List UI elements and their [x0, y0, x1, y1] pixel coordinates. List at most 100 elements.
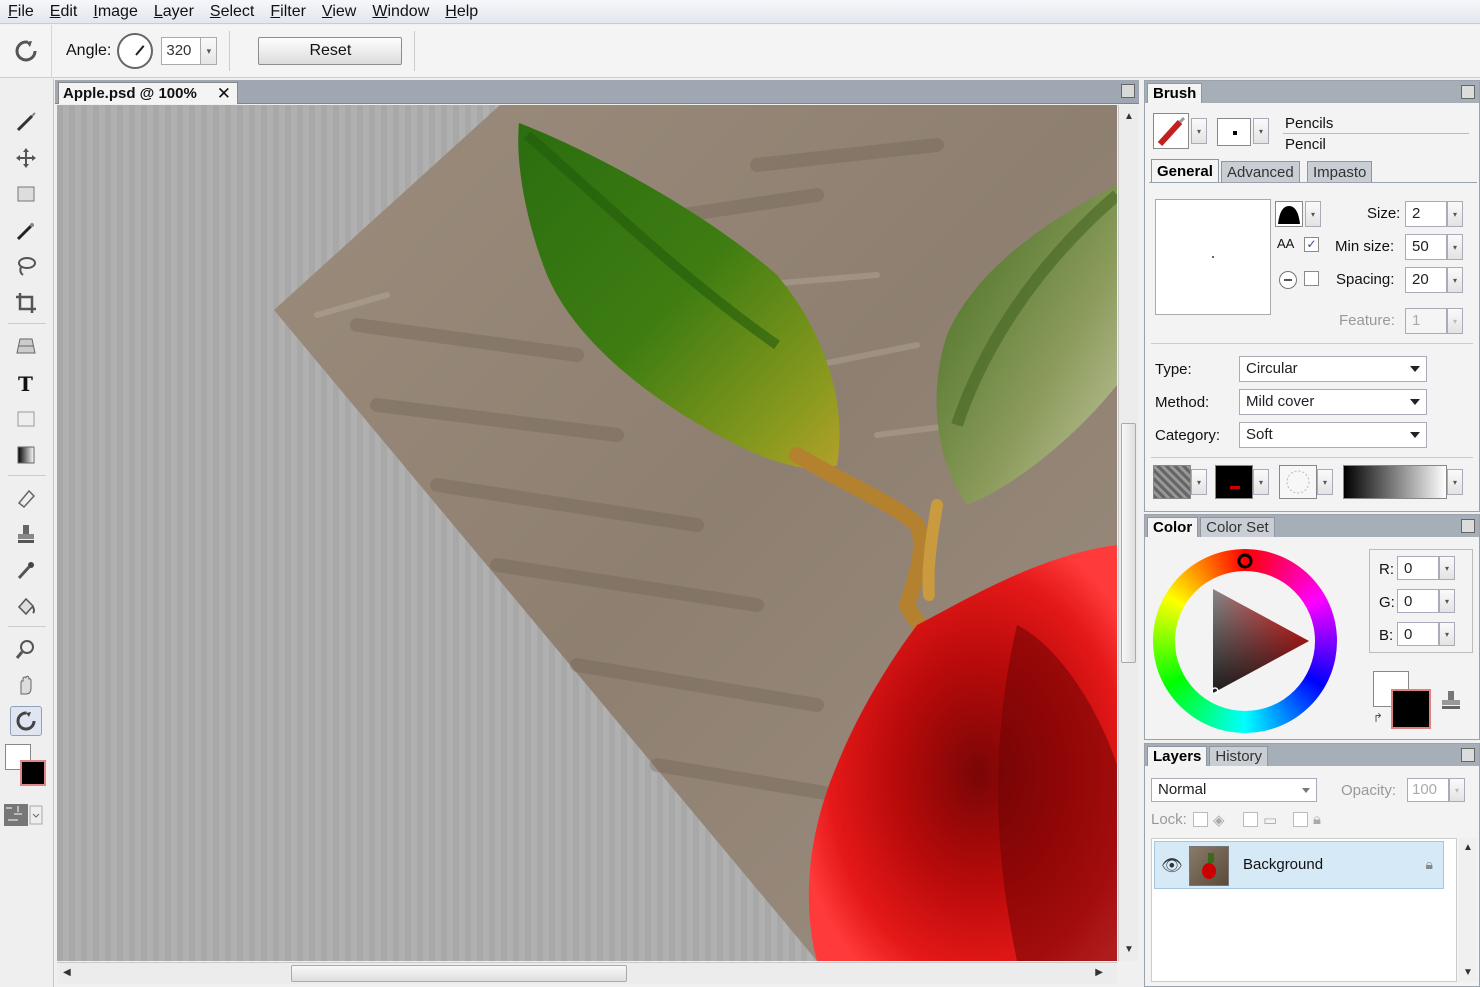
menu-file[interactable]: File: [4, 3, 46, 21]
size-spinner[interactable]: ▾: [1447, 201, 1463, 227]
swap-colors-icon[interactable]: ↱: [1373, 711, 1383, 725]
min-size-input[interactable]: 50: [1405, 234, 1447, 260]
menu-help[interactable]: Help: [441, 3, 490, 21]
zoom-tool-icon[interactable]: [10, 634, 42, 664]
scroll-down-arrow-icon[interactable]: ▼: [1463, 967, 1473, 978]
scroll-up-arrow-icon[interactable]: ▲: [1463, 842, 1473, 853]
layers-scrollbar[interactable]: ▲ ▼: [1459, 838, 1477, 982]
menu-edit[interactable]: Edit: [46, 3, 90, 21]
g-input[interactable]: 0: [1397, 589, 1439, 613]
horizontal-scrollbar[interactable]: ◀ ▶: [57, 962, 1117, 984]
layer-row[interactable]: 👁︎ Background 🔒︎: [1154, 841, 1444, 889]
brush-color-swatch[interactable]: [1215, 465, 1253, 499]
angle-input[interactable]: 320: [161, 37, 202, 65]
spacing-spinner[interactable]: ▾: [1447, 267, 1463, 293]
type-select[interactable]: Circular: [1239, 356, 1427, 382]
eyedropper-tool-icon[interactable]: [10, 555, 42, 585]
scroll-up-arrow-icon[interactable]: ▲: [1124, 111, 1134, 122]
close-icon[interactable]: ✕: [217, 84, 231, 104]
paint-bucket-tool-icon[interactable]: [10, 591, 42, 621]
method-select[interactable]: Mild cover: [1239, 389, 1427, 415]
text-tool-icon[interactable]: T: [10, 368, 42, 398]
b-input[interactable]: 0: [1397, 622, 1439, 646]
gradient-tool-icon[interactable]: [10, 440, 42, 470]
horizontal-scroll-thumb[interactable]: [291, 965, 627, 982]
rectangle-select-tool-icon[interactable]: [10, 179, 42, 209]
rotate-view-tool-icon[interactable]: [10, 706, 42, 736]
perspective-tool-icon[interactable]: [10, 331, 42, 361]
menu-layer[interactable]: Layer: [150, 3, 206, 21]
gradient-dropdown[interactable]: ▾: [1447, 469, 1463, 495]
paper-texture-swatch[interactable]: [1153, 465, 1191, 499]
spacing-checkbox[interactable]: [1304, 271, 1319, 286]
menu-select[interactable]: Select: [206, 3, 266, 21]
menu-image[interactable]: Image: [89, 3, 149, 21]
vertical-scroll-thumb[interactable]: [1121, 423, 1136, 663]
brush-shape-dropdown[interactable]: ▾: [1305, 201, 1321, 227]
min-size-spinner[interactable]: ▾: [1447, 234, 1463, 260]
paper-texture-icon[interactable]: [4, 800, 44, 830]
g-label: G:: [1379, 594, 1395, 611]
tab-impasto[interactable]: Impasto: [1307, 161, 1373, 182]
canvas[interactable]: [57, 105, 1117, 961]
category-select[interactable]: Soft: [1239, 422, 1427, 448]
tab-history[interactable]: History: [1209, 746, 1269, 766]
gradient-swatch[interactable]: [1343, 465, 1447, 499]
scroll-down-arrow-icon[interactable]: ▼: [1124, 944, 1134, 955]
tab-color-set[interactable]: Color Set: [1200, 517, 1275, 537]
crop-tool-icon[interactable]: [10, 288, 42, 318]
brush-variant-dot-icon[interactable]: [1217, 118, 1251, 146]
panel-menu-icon[interactable]: [1461, 748, 1475, 762]
panel-menu-icon[interactable]: [1461, 519, 1475, 533]
b-spinner[interactable]: ▾: [1439, 622, 1455, 646]
r-input[interactable]: 0: [1397, 556, 1439, 580]
tab-advanced[interactable]: Advanced: [1221, 161, 1300, 182]
r-spinner[interactable]: ▾: [1439, 556, 1455, 580]
angle-dial[interactable]: [117, 33, 154, 69]
divider: [1151, 457, 1473, 458]
color-wheel[interactable]: [1153, 549, 1337, 733]
eraser-tool-icon[interactable]: [10, 483, 42, 513]
foreground-color-swatch[interactable]: [1391, 689, 1431, 729]
restore-icon[interactable]: [1121, 84, 1135, 98]
eye-icon[interactable]: 👁︎: [1161, 856, 1183, 876]
hand-tool-icon[interactable]: [10, 670, 42, 700]
spacing-input[interactable]: 20: [1405, 267, 1447, 293]
brush-category-icon[interactable]: [1153, 113, 1189, 149]
magic-wand-tool-icon[interactable]: [10, 216, 42, 246]
paintbrush-tool-icon[interactable]: [10, 107, 42, 137]
brush-panel: Brush ▾ ▾ Pencils Pencil General Advance…: [1144, 80, 1480, 512]
size-input[interactable]: 2: [1405, 201, 1447, 227]
paper-texture-dropdown[interactable]: ▾: [1191, 469, 1207, 495]
min-size-checkbox[interactable]: ✓: [1304, 237, 1319, 252]
brush-color-dropdown[interactable]: ▾: [1253, 469, 1269, 495]
color-triangle[interactable]: [1153, 549, 1337, 733]
tab-layers[interactable]: Layers: [1147, 746, 1208, 766]
panel-menu-icon[interactable]: [1461, 85, 1475, 99]
tab-brush[interactable]: Brush: [1147, 83, 1203, 103]
menu-window[interactable]: Window: [368, 3, 441, 21]
brush-pattern-dropdown[interactable]: ▾: [1317, 469, 1333, 495]
lasso-tool-icon[interactable]: [10, 251, 42, 281]
shape-tool-icon[interactable]: [10, 404, 42, 434]
g-spinner[interactable]: ▾: [1439, 589, 1455, 613]
move-tool-icon[interactable]: [10, 143, 42, 173]
angle-spinner[interactable]: ▾: [201, 37, 218, 65]
menu-filter[interactable]: Filter: [266, 3, 318, 21]
clone-stamp-tool-icon[interactable]: [10, 519, 42, 549]
blend-mode-select[interactable]: Normal: [1151, 778, 1317, 802]
color-stamp-icon[interactable]: [1439, 689, 1463, 715]
document-tab[interactable]: Apple.psd @ 100% ✕: [58, 82, 238, 104]
menu-view[interactable]: View: [318, 3, 368, 21]
brush-category-dropdown[interactable]: ▾: [1191, 118, 1207, 144]
tab-color[interactable]: Color: [1147, 517, 1199, 537]
scroll-left-arrow-icon[interactable]: ◀: [63, 967, 71, 978]
tab-general[interactable]: General: [1151, 159, 1219, 182]
brush-shape-icon[interactable]: [1275, 201, 1303, 227]
reset-button[interactable]: Reset: [258, 37, 403, 65]
brush-variant-dropdown[interactable]: ▾: [1253, 118, 1269, 144]
foreground-color-swatch[interactable]: [20, 760, 46, 786]
scroll-right-arrow-icon[interactable]: ▶: [1095, 967, 1103, 978]
vertical-scrollbar[interactable]: ▲ ▼: [1118, 105, 1138, 961]
brush-pattern-swatch[interactable]: [1279, 465, 1317, 499]
